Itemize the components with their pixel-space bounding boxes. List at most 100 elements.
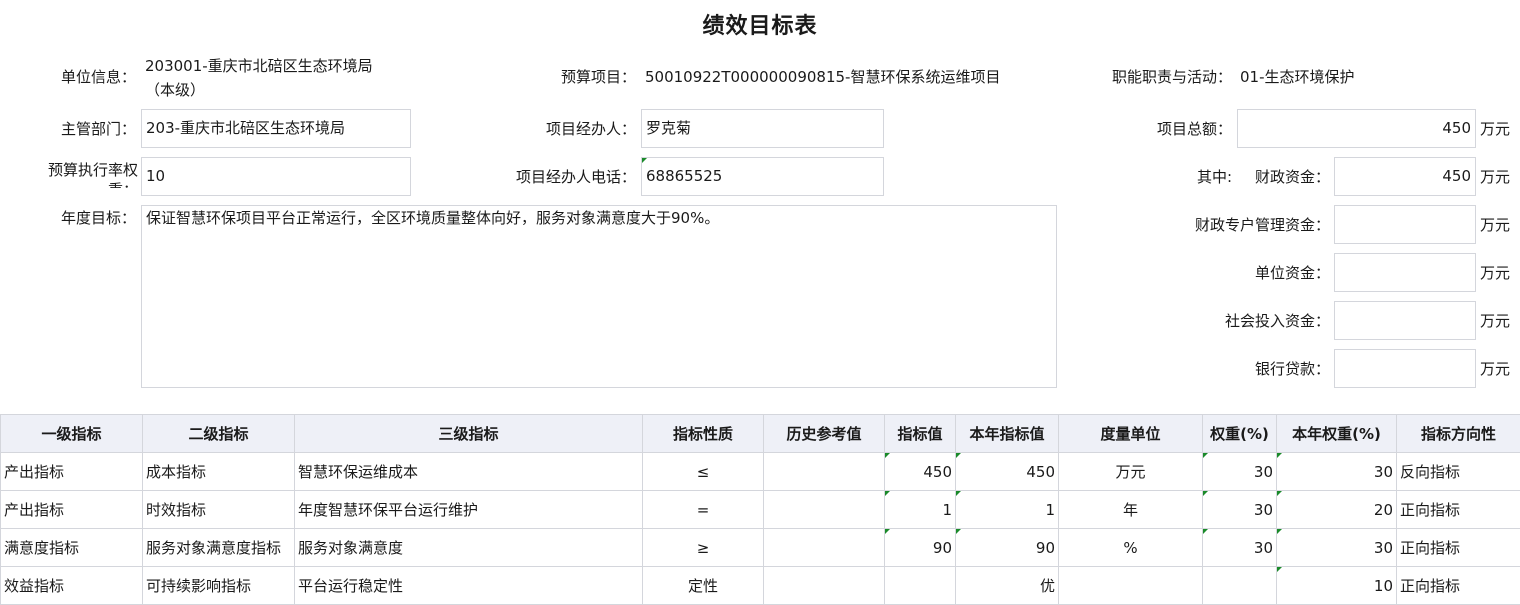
- col-header: 度量单位: [1058, 414, 1203, 453]
- table-cell[interactable]: 20: [1276, 490, 1397, 529]
- table-cell[interactable]: =: [642, 490, 764, 529]
- col-header: 指标值: [884, 414, 956, 453]
- total-field[interactable]: 450: [1237, 109, 1476, 148]
- social-fund-unit: 万元: [1480, 312, 1511, 330]
- unit-info-label: 单位信息：: [60, 68, 136, 86]
- table-cell[interactable]: 平台运行稳定性: [294, 566, 643, 605]
- dept-field[interactable]: 203-重庆市北碚区生态环境局: [141, 109, 411, 148]
- cell-value: 1: [942, 500, 952, 519]
- social-fund-field[interactable]: [1334, 301, 1476, 340]
- table-cell[interactable]: ≤: [642, 452, 764, 491]
- total-field-value: 450: [1442, 119, 1471, 137]
- table-cell[interactable]: 30: [1276, 528, 1397, 567]
- input-marker-icon: [885, 491, 890, 496]
- annual-goal-label: 年度目标：: [60, 209, 136, 227]
- annual-goal-textarea[interactable]: 保证智慧环保项目平台正常运行，全区环境质量整体向好，服务对象满意度大于90%。: [141, 205, 1057, 388]
- cell-value: 30: [1373, 538, 1393, 557]
- page-title: 绩效目标表: [702, 14, 818, 39]
- table-cell[interactable]: 产出指标: [0, 452, 143, 491]
- input-marker-icon: [1277, 453, 1282, 458]
- table-row: 产出指标 成本指标 智慧环保运维成本 ≤ 450 450 万元 30 30 反向…: [0, 452, 1520, 491]
- special-fund-label: 财政专户管理资金：: [1194, 216, 1330, 234]
- unit-info-value-line1: 203001-重庆市北碚区生态环境局: [145, 57, 373, 75]
- exec-weight-field[interactable]: 10: [141, 157, 411, 196]
- table-cell[interactable]: 10: [1276, 566, 1397, 605]
- cell-value: 450: [1026, 462, 1055, 481]
- table-cell[interactable]: 定性: [642, 566, 764, 605]
- table-cell[interactable]: [763, 452, 885, 491]
- table-cell[interactable]: 450: [955, 452, 1059, 491]
- table-cell[interactable]: 90: [884, 528, 956, 567]
- col-header: 三级指标: [294, 414, 643, 453]
- fiscal-field[interactable]: 450: [1334, 157, 1476, 196]
- table-cell[interactable]: 正向指标: [1396, 490, 1520, 529]
- input-marker-icon: [956, 491, 961, 496]
- manager-field[interactable]: 罗克菊: [641, 109, 884, 148]
- cell-value: 30: [1373, 462, 1393, 481]
- exec-weight-label: 预算执行率权重：: [47, 161, 138, 188]
- total-label: 项目总额：: [1156, 120, 1232, 138]
- table-header-row: 一级指标 二级指标 三级指标 指标性质 历史参考值 指标值 本年指标值 度量单位…: [0, 414, 1520, 453]
- table-cell[interactable]: 服务对象满意度: [294, 528, 643, 567]
- cell-value: 450: [923, 462, 952, 481]
- table-cell[interactable]: [763, 528, 885, 567]
- input-marker-icon: [1277, 529, 1282, 534]
- table-cell[interactable]: 智慧环保运维成本: [294, 452, 643, 491]
- input-marker-icon: [956, 453, 961, 458]
- indicator-table: 一级指标 二级指标 三级指标 指标性质 历史参考值 指标值 本年指标值 度量单位…: [0, 414, 1520, 605]
- table-cell[interactable]: 1: [884, 490, 956, 529]
- input-marker-icon: [642, 158, 647, 163]
- table-cell[interactable]: 效益指标: [0, 566, 143, 605]
- unit-info-value-line2: （本级）: [145, 81, 206, 99]
- table-cell[interactable]: 成本指标: [142, 452, 295, 491]
- table-cell[interactable]: 正向指标: [1396, 528, 1520, 567]
- unit-fund-field[interactable]: [1334, 253, 1476, 292]
- dept-field-value: 203-重庆市北碚区生态环境局: [146, 119, 346, 137]
- special-fund-field[interactable]: [1334, 205, 1476, 244]
- table-cell[interactable]: 反向指标: [1396, 452, 1520, 491]
- table-cell[interactable]: ≥: [642, 528, 764, 567]
- table-cell[interactable]: 30: [1276, 452, 1397, 491]
- table-cell[interactable]: 30: [1202, 490, 1277, 529]
- fiscal-field-value: 450: [1442, 167, 1471, 185]
- input-marker-icon: [1203, 491, 1208, 496]
- table-cell[interactable]: [1202, 566, 1277, 605]
- table-cell[interactable]: [763, 490, 885, 529]
- col-header: 一级指标: [0, 414, 143, 453]
- bank-loan-field[interactable]: [1334, 349, 1476, 388]
- table-cell[interactable]: 满意度指标: [0, 528, 143, 567]
- unit-fund-unit: 万元: [1480, 264, 1511, 282]
- table-cell[interactable]: 30: [1202, 528, 1277, 567]
- cell-value: 1: [1045, 500, 1055, 519]
- table-row: 产出指标 时效指标 年度智慧环保平台运行维护 = 1 1 年 30 20 正向指…: [0, 490, 1520, 529]
- table-cell[interactable]: 30: [1202, 452, 1277, 491]
- budget-project-value: 50010922T000000090815-智慧环保系统运维项目: [645, 68, 1001, 86]
- table-cell[interactable]: [884, 566, 956, 605]
- table-cell[interactable]: [763, 566, 885, 605]
- table-cell[interactable]: 万元: [1058, 452, 1203, 491]
- exec-weight-field-value: 10: [146, 167, 166, 185]
- table-cell[interactable]: 产出指标: [0, 490, 143, 529]
- table-cell[interactable]: 可持续影响指标: [142, 566, 295, 605]
- table-cell[interactable]: [1058, 566, 1203, 605]
- table-cell[interactable]: 正向指标: [1396, 566, 1520, 605]
- dept-label: 主管部门：: [60, 120, 136, 138]
- table-cell[interactable]: 时效指标: [142, 490, 295, 529]
- table-cell[interactable]: 优: [955, 566, 1059, 605]
- table-cell[interactable]: 年: [1058, 490, 1203, 529]
- table-cell[interactable]: 450: [884, 452, 956, 491]
- table-cell[interactable]: 服务对象满意度指标: [142, 528, 295, 567]
- input-marker-icon: [1203, 529, 1208, 534]
- table-row: 满意度指标 服务对象满意度指标 服务对象满意度 ≥ 90 90 % 30 30 …: [0, 528, 1520, 567]
- col-header: 本年权重(%): [1276, 414, 1397, 453]
- table-cell[interactable]: 年度智慧环保平台运行维护: [294, 490, 643, 529]
- table-cell[interactable]: 1: [955, 490, 1059, 529]
- table-cell[interactable]: %: [1058, 528, 1203, 567]
- cell-value: 10: [1373, 576, 1393, 595]
- manager-phone-field-value: 68865525: [646, 167, 723, 185]
- table-cell[interactable]: 90: [955, 528, 1059, 567]
- col-header: 权重(%): [1202, 414, 1277, 453]
- manager-phone-field[interactable]: 68865525: [641, 157, 884, 196]
- input-marker-icon: [1277, 567, 1282, 572]
- special-fund-unit: 万元: [1480, 216, 1511, 234]
